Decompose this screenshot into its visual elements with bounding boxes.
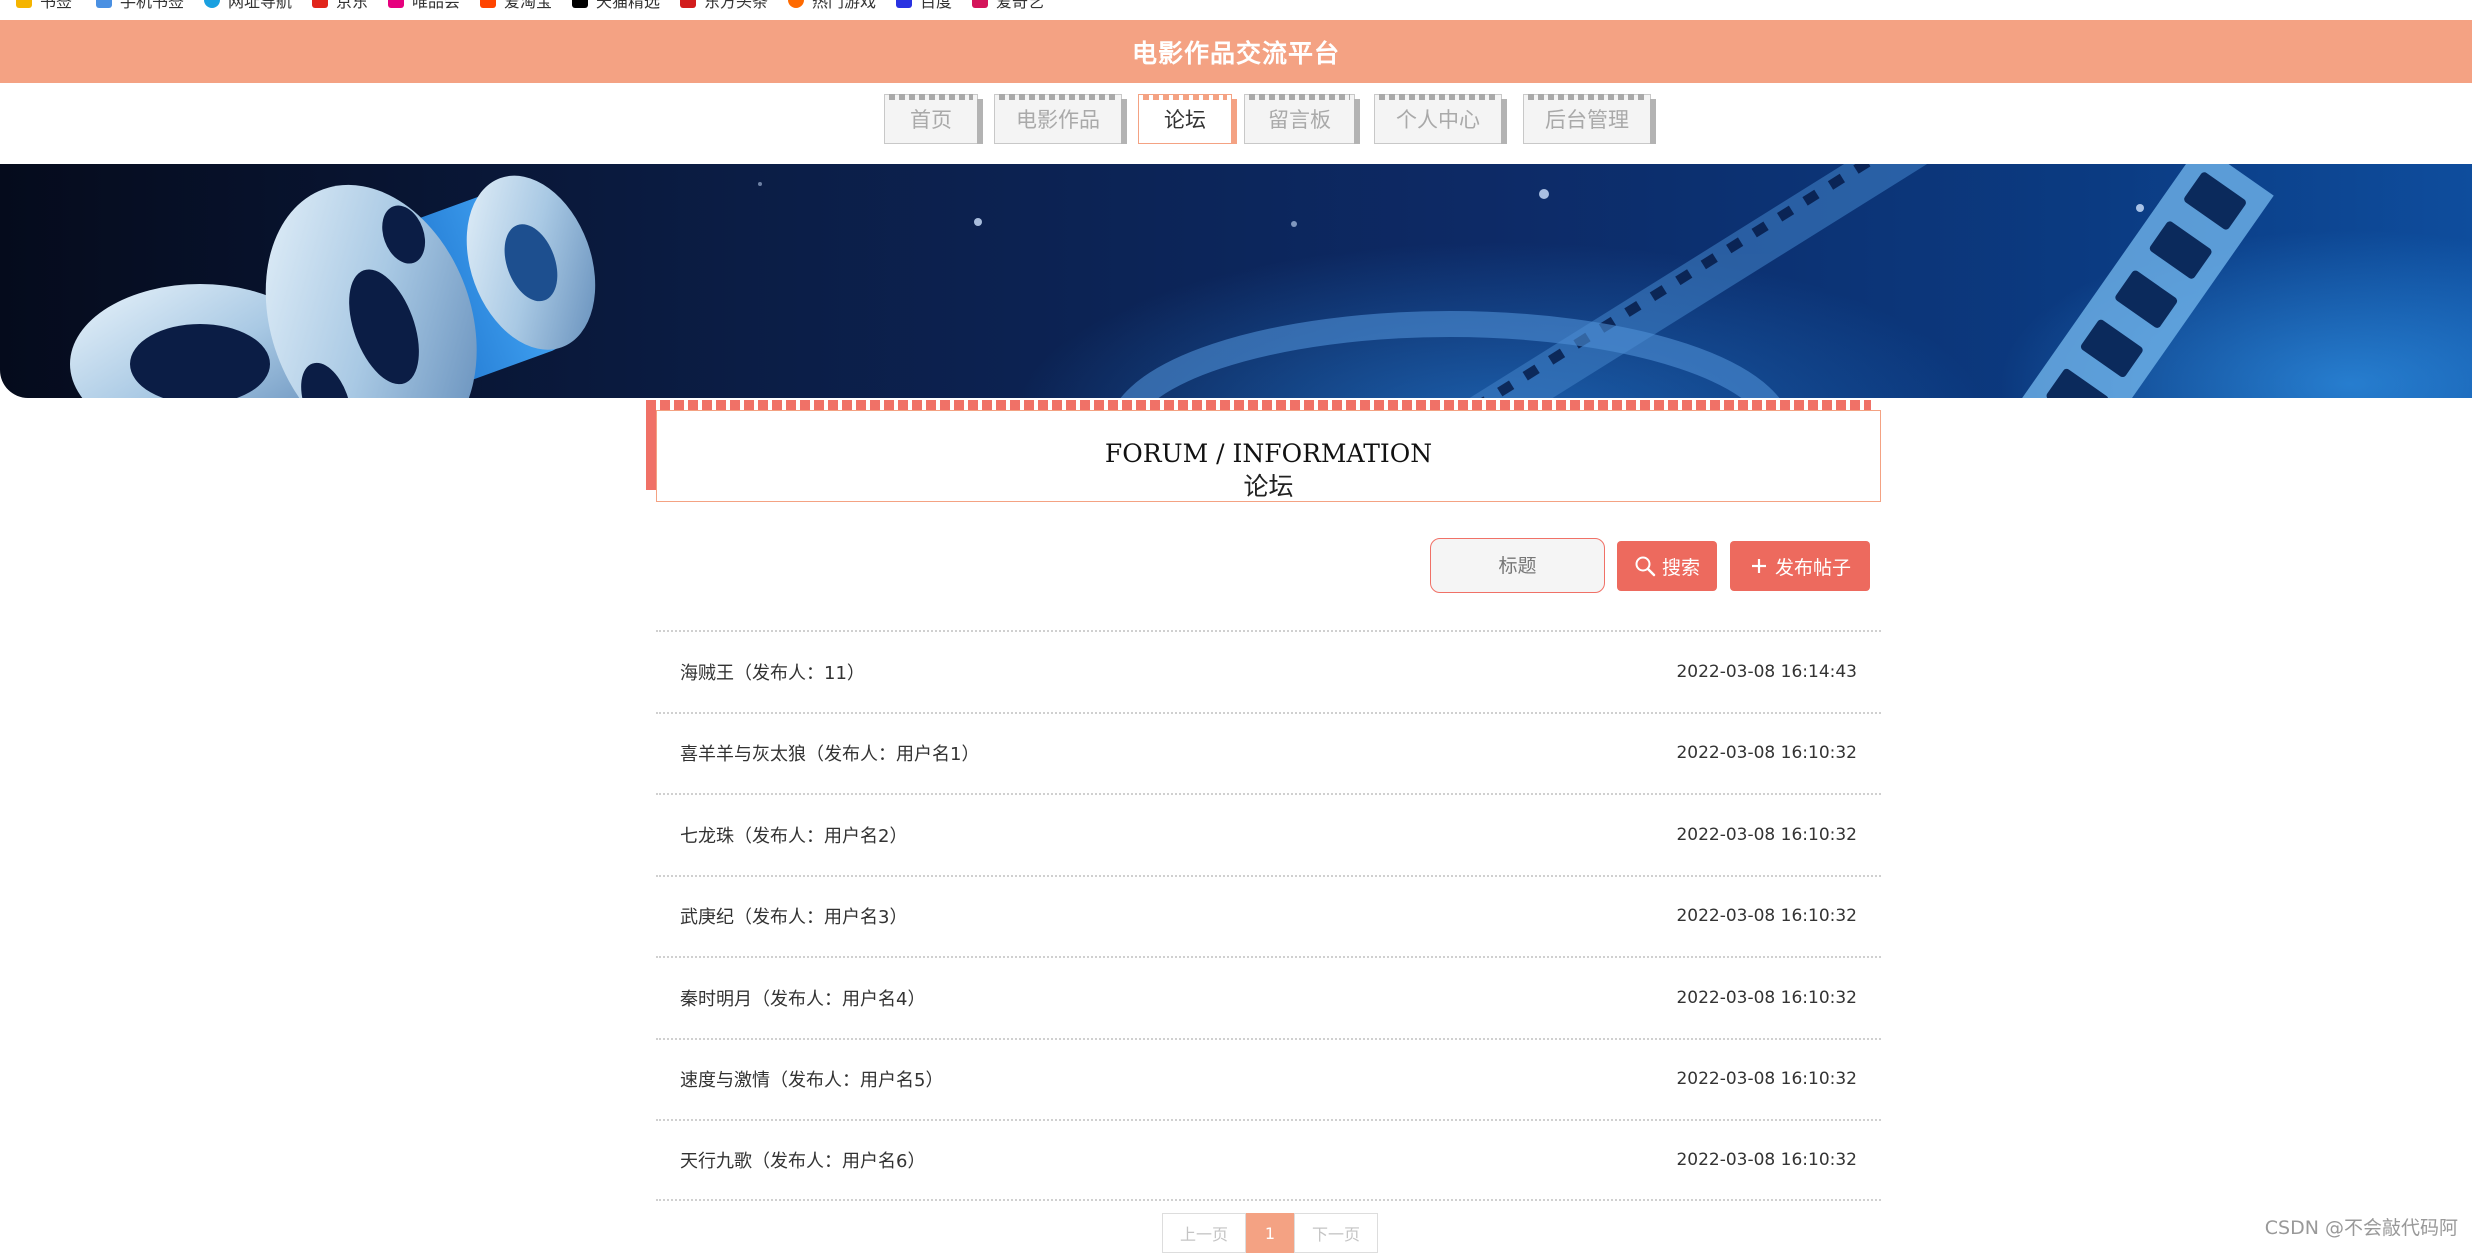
heading-left-bar bbox=[646, 410, 656, 490]
post-time: 2022-03-08 16:10:32 bbox=[1676, 987, 1857, 1008]
bookmark-label: 爱淘宝 bbox=[504, 0, 553, 11]
compass-icon bbox=[204, 0, 220, 8]
next-page-button[interactable]: 下一页 bbox=[1294, 1213, 1378, 1253]
news-icon bbox=[680, 0, 696, 8]
bookmark-item[interactable]: 热门游戏 bbox=[788, 0, 876, 12]
site-title: 电影作品交流平台 bbox=[1131, 38, 1340, 68]
forum-post-list: 海贼王（发布人：11） 2022-03-08 16:14:43 喜羊羊与灰太狼（… bbox=[656, 630, 1881, 1201]
bookmark-label: 书签 bbox=[40, 0, 73, 11]
nav-label: 首页 bbox=[910, 108, 952, 132]
post-time: 2022-03-08 16:14:43 bbox=[1676, 661, 1857, 682]
bookmarks-bar: 书签 手机书签 网址导航 京东 唯品会 爱淘宝 天猫精选 东方头条 热门游戏 百… bbox=[0, 0, 2472, 20]
page-number-button[interactable]: 1 bbox=[1246, 1213, 1294, 1253]
post-title[interactable]: 七龙珠（发布人：用户名2） bbox=[680, 822, 907, 848]
post-row[interactable]: 七龙珠（发布人：用户名2） 2022-03-08 16:10:32 bbox=[656, 793, 1881, 875]
search-button-label: 搜索 bbox=[1661, 556, 1700, 579]
iqiyi-icon bbox=[972, 0, 988, 8]
post-time: 2022-03-08 16:10:32 bbox=[1676, 824, 1857, 845]
post-time: 2022-03-08 16:10:32 bbox=[1676, 743, 1857, 764]
jd-icon bbox=[312, 0, 328, 8]
post-row[interactable]: 喜羊羊与灰太狼（发布人：用户名1） 2022-03-08 16:10:32 bbox=[656, 711, 1881, 794]
nav-movies[interactable]: 电影作品 bbox=[994, 94, 1127, 144]
nav-label: 留言板 bbox=[1268, 108, 1331, 132]
bookmark-item[interactable]: 书签 bbox=[16, 0, 72, 12]
bookmark-item[interactable]: 百度 bbox=[896, 0, 952, 12]
heading-dash-border bbox=[646, 400, 1871, 410]
post-title[interactable]: 海贼王（发布人：11） bbox=[680, 659, 865, 685]
bookmark-item[interactable]: 唯品会 bbox=[388, 0, 460, 12]
prev-page-button[interactable]: 上一页 bbox=[1162, 1213, 1246, 1253]
new-post-button[interactable]: 发布帖子 bbox=[1730, 541, 1870, 591]
bookmark-item[interactable]: 手机书签 bbox=[96, 0, 184, 12]
nav-admin[interactable]: 后台管理 bbox=[1523, 94, 1656, 144]
bookmark-label: 唯品会 bbox=[412, 0, 461, 11]
search-icon bbox=[1635, 556, 1656, 577]
nav-home[interactable]: 首页 bbox=[884, 94, 983, 144]
main-nav: 首页 电影作品 论坛 留言板 个人中心 后台管理 bbox=[0, 94, 2472, 146]
nav-profile[interactable]: 个人中心 bbox=[1374, 94, 1507, 144]
bookmark-item[interactable]: 爱奇艺 bbox=[972, 0, 1044, 12]
bookmark-item[interactable]: 天猫精选 bbox=[572, 0, 660, 12]
tmall-icon bbox=[572, 0, 588, 8]
post-time: 2022-03-08 16:10:32 bbox=[1676, 1149, 1857, 1170]
watermark: CSDN @不会敲代码阿 bbox=[2264, 1217, 2458, 1239]
post-title[interactable]: 天行九歌（发布人：用户名6） bbox=[680, 1147, 925, 1173]
bookmark-item[interactable]: 京东 bbox=[312, 0, 368, 12]
heading-box: FORUM / INFORMATION 论坛 bbox=[656, 410, 1881, 502]
bookmark-label: 爱奇艺 bbox=[996, 0, 1045, 11]
post-title[interactable]: 武庚纪（发布人：用户名3） bbox=[680, 903, 907, 929]
plus-icon bbox=[1751, 559, 1766, 573]
bookmark-label: 天猫精选 bbox=[596, 0, 661, 11]
bookmark-label: 网址导航 bbox=[228, 0, 293, 11]
nav-label: 个人中心 bbox=[1396, 108, 1480, 132]
post-row[interactable]: 秦时明月（发布人：用户名4） 2022-03-08 16:10:32 bbox=[656, 956, 1881, 1038]
post-time: 2022-03-08 16:10:32 bbox=[1676, 1069, 1857, 1090]
post-time: 2022-03-08 16:10:32 bbox=[1676, 906, 1857, 927]
nav-message-board[interactable]: 留言板 bbox=[1244, 94, 1360, 144]
post-row[interactable]: 海贼王（发布人：11） 2022-03-08 16:14:43 bbox=[656, 630, 1881, 712]
section-heading: FORUM / INFORMATION 论坛 bbox=[646, 400, 1881, 502]
baidu-icon bbox=[896, 0, 912, 8]
phone-icon bbox=[96, 0, 112, 8]
section-title-cn: 论坛 bbox=[1243, 472, 1294, 501]
star-icon bbox=[16, 0, 32, 8]
pagination: 上一页 1 下一页 bbox=[1162, 1213, 1378, 1253]
post-row[interactable]: 速度与激情（发布人：用户名5） 2022-03-08 16:10:32 bbox=[656, 1037, 1881, 1120]
bookmark-label: 热门游戏 bbox=[812, 0, 877, 11]
section-title-en: FORUM / INFORMATION bbox=[1104, 439, 1433, 468]
post-row[interactable]: 武庚纪（发布人：用户名3） 2022-03-08 16:10:32 bbox=[656, 874, 1881, 957]
nav-label: 后台管理 bbox=[1545, 108, 1629, 132]
game-icon bbox=[788, 0, 804, 8]
nav-label: 论坛 bbox=[1164, 108, 1206, 132]
bookmark-item[interactable]: 网址导航 bbox=[204, 0, 292, 12]
bookmark-item[interactable]: 爱淘宝 bbox=[480, 0, 552, 12]
post-title[interactable]: 秦时明月（发布人：用户名4） bbox=[680, 985, 925, 1011]
bookmark-label: 手机书签 bbox=[120, 0, 185, 11]
bookmark-label: 京东 bbox=[336, 0, 369, 11]
site-header: 电影作品交流平台 bbox=[0, 20, 2472, 83]
bookmark-item[interactable]: 东方头条 bbox=[680, 0, 768, 12]
title-search-input[interactable] bbox=[1430, 538, 1605, 593]
vip-icon bbox=[388, 0, 404, 8]
bookmark-label: 百度 bbox=[920, 0, 953, 11]
hero-banner bbox=[0, 164, 2472, 398]
nav-forum[interactable]: 论坛 bbox=[1138, 94, 1237, 144]
new-post-button-label: 发布帖子 bbox=[1774, 556, 1851, 579]
bookmark-label: 东方头条 bbox=[704, 0, 769, 11]
taobao-icon bbox=[480, 0, 496, 8]
search-button[interactable]: 搜索 bbox=[1617, 541, 1717, 591]
post-title[interactable]: 喜羊羊与灰太狼（发布人：用户名1） bbox=[680, 740, 979, 766]
film-reel-illustration bbox=[70, 164, 2274, 398]
nav-label: 电影作品 bbox=[1016, 108, 1100, 132]
post-row[interactable]: 天行九歌（发布人：用户名6） 2022-03-08 16:10:32 bbox=[656, 1119, 1881, 1201]
post-title[interactable]: 速度与激情（发布人：用户名5） bbox=[680, 1066, 943, 1092]
